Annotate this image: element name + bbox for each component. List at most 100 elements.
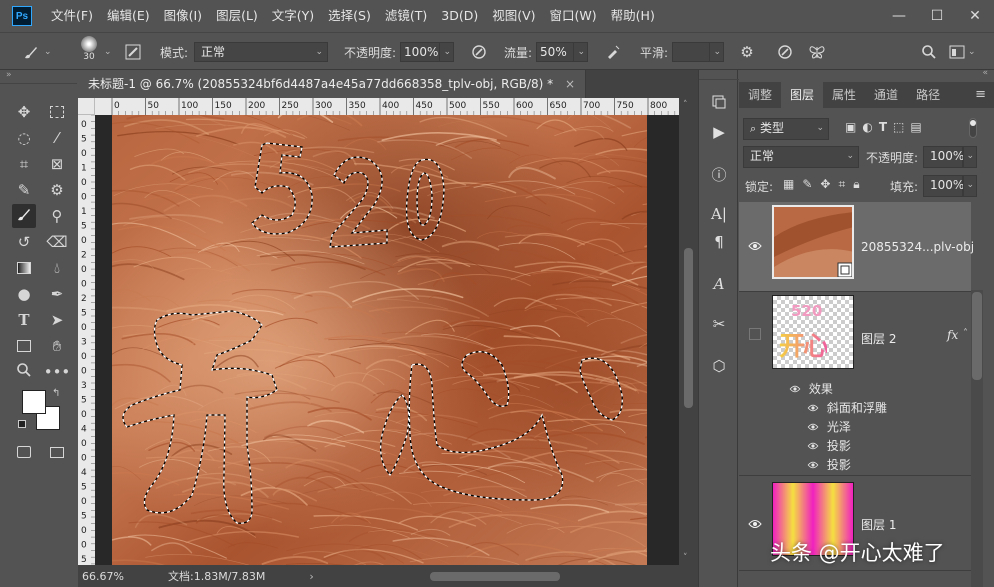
opacity-dropdown[interactable]: ⌄ (440, 42, 455, 62)
scroll-thumb[interactable] (430, 572, 560, 581)
crop-tool[interactable]: ⌗ (12, 152, 36, 176)
tab-channels[interactable]: 通道 (865, 82, 907, 108)
brush-settings-panel-button[interactable] (122, 41, 144, 63)
history-brush-tool[interactable]: ↺ (12, 230, 36, 254)
menu-image[interactable]: 图像(I) (157, 0, 209, 32)
type-tool[interactable]: T (12, 308, 36, 332)
visibility-eye-icon[interactable] (747, 516, 763, 532)
fx-icon[interactable]: fx (947, 328, 958, 342)
layer-filter-select[interactable]: ⌕ 类型 ⌄ (743, 118, 829, 140)
lock-all-icon[interactable]: 🔒︎ (853, 177, 859, 192)
eyedropper-tool[interactable]: ✎ (12, 178, 36, 202)
menu-3d[interactable]: 3D(D) (434, 0, 485, 32)
fill-input[interactable]: 100% (923, 175, 964, 197)
foreground-color-swatch[interactable] (22, 390, 46, 414)
default-colors-icon[interactable] (18, 420, 26, 428)
close-tab-icon[interactable]: × (565, 77, 575, 91)
menu-file[interactable]: 文件(F) (44, 0, 100, 32)
effects-group[interactable]: 效果 (789, 380, 833, 397)
menu-help[interactable]: 帮助(H) (604, 0, 662, 32)
visibility-eye-icon[interactable] (807, 439, 819, 453)
edit-toolbar-button[interactable]: ••• (44, 360, 71, 384)
screen-mode-button[interactable] (45, 440, 69, 464)
brush-tool-preset[interactable]: ⌄ (20, 41, 52, 63)
dodge-tool[interactable]: ● (12, 282, 36, 306)
menu-view[interactable]: 视图(V) (485, 0, 542, 32)
tab-adjustments[interactable]: 调整 (739, 82, 781, 108)
menu-type[interactable]: 文字(Y) (265, 0, 321, 32)
smart-object-filter-icon[interactable]: ▤ (910, 120, 921, 134)
ruler-origin[interactable] (78, 98, 95, 115)
visibility-eye-icon[interactable] (807, 420, 819, 434)
brush-settings-toggle[interactable]: ⌄ (104, 41, 112, 63)
menu-layer[interactable]: 图层(L) (209, 0, 265, 32)
close-button[interactable]: ✕ (956, 0, 994, 32)
hand-tool[interactable]: ✋︎ (45, 334, 69, 358)
paragraph-panel-button[interactable]: ¶ (707, 230, 731, 254)
magic-wand-tool[interactable]: ⁄ (45, 126, 69, 150)
horizontal-ruler[interactable]: 0 50 100 150 200 250 300 350 400 450 500 550 600 650 7… (95, 98, 679, 115)
smoothing-dropdown[interactable]: ⌄ (710, 42, 725, 62)
vertical-scrollbar[interactable]: ˄ ˅ (679, 98, 698, 565)
zoom-level[interactable]: 66.67% (82, 570, 152, 583)
smoothing-options-button[interactable]: ⚙ (736, 41, 758, 63)
shape-filter-icon[interactable]: ⬚ (893, 120, 904, 134)
eraser-tool[interactable]: ⌫ (45, 230, 69, 254)
airbrush-button[interactable] (602, 41, 624, 63)
layer-row-layer-2[interactable]: 520 开心 图层 2 fx ˄ (739, 292, 971, 378)
actions-panel-button[interactable]: ▶ (707, 120, 731, 144)
lasso-tool[interactable]: ◌ (12, 126, 36, 150)
visibility-eye-icon[interactable] (789, 382, 805, 396)
chevron-up-icon[interactable]: ˄ (963, 328, 968, 339)
lock-artboard-icon[interactable]: ⌗ (838, 177, 845, 192)
zoom-tool[interactable] (12, 360, 36, 384)
scroll-thumb[interactable] (972, 292, 982, 380)
rectangle-tool[interactable] (12, 334, 36, 358)
blur-tool[interactable]: 💧︎ (45, 256, 69, 280)
panel-grip[interactable]: « (739, 68, 994, 82)
vertical-ruler[interactable]: 0 5 0 1 0 0 1 5 0 2 0 0 2 5 0 3 0 0 3 5 0 4 0 0 4 5 0 5 0 0 5 (78, 115, 95, 565)
marquee-tool[interactable] (45, 100, 69, 124)
character-panel-button[interactable]: A| (707, 202, 731, 226)
tab-paths[interactable]: 路径 (907, 82, 949, 108)
menu-filter[interactable]: 滤镜(T) (378, 0, 434, 32)
smoothing-input[interactable] (672, 42, 711, 62)
panel-grip[interactable]: » (0, 70, 77, 84)
workspace-button[interactable]: ⌄ (946, 41, 976, 63)
menu-window[interactable]: 窗口(W) (543, 0, 604, 32)
menu-edit[interactable]: 编辑(E) (100, 0, 157, 32)
swap-colors-icon[interactable]: ↰ (52, 388, 60, 399)
symmetry-button[interactable] (806, 41, 828, 63)
blend-mode-select[interactable]: 正常 ⌄ (743, 146, 859, 168)
3d-panel-button[interactable]: ⬡ (707, 354, 731, 378)
adjustment-filter-icon[interactable]: ◐ (862, 120, 872, 134)
panel-menu-icon[interactable]: ≡ (975, 82, 986, 108)
visibility-eye-icon[interactable] (747, 238, 763, 254)
layer-name[interactable]: 20855324...plv-obj (861, 240, 974, 254)
filter-toggle-switch[interactable] (969, 118, 977, 138)
layer-row-smart-object[interactable]: 20855324...plv-obj (739, 202, 974, 292)
effect-drop-shadow-2[interactable]: 投影 (807, 456, 851, 473)
lock-position-icon[interactable]: ✥ (820, 177, 830, 192)
opacity-input[interactable]: 100% (400, 42, 441, 62)
effect-drop-shadow-1[interactable]: 投影 (807, 437, 851, 454)
layer-opacity-input[interactable]: 100% (923, 146, 964, 168)
quick-mask-button[interactable] (12, 440, 36, 464)
scroll-down-icon[interactable]: ˅ (683, 553, 688, 563)
stamp-tool[interactable]: ⚲ (45, 204, 69, 228)
visibility-toggle-empty[interactable] (749, 328, 761, 340)
effect-satin[interactable]: 光泽 (807, 418, 851, 435)
layers-scrollbar[interactable] (971, 290, 983, 587)
info-panel-button[interactable]: ⓘ (707, 162, 731, 186)
visibility-eye-icon[interactable] (807, 401, 819, 415)
scroll-up-icon[interactable]: ˄ (683, 100, 688, 110)
menu-select[interactable]: 选择(S) (321, 0, 378, 32)
pressure-opacity-button[interactable] (468, 41, 490, 63)
lock-pixels-icon[interactable]: ✎ (802, 177, 812, 192)
panel-grip[interactable] (699, 70, 739, 80)
gradient-tool[interactable] (12, 256, 36, 280)
document-canvas[interactable] (112, 115, 647, 565)
type-filter-icon[interactable]: T (879, 120, 887, 134)
lock-transparent-icon[interactable]: ▦ (783, 177, 794, 192)
flow-dropdown[interactable]: ⌄ (574, 42, 589, 62)
